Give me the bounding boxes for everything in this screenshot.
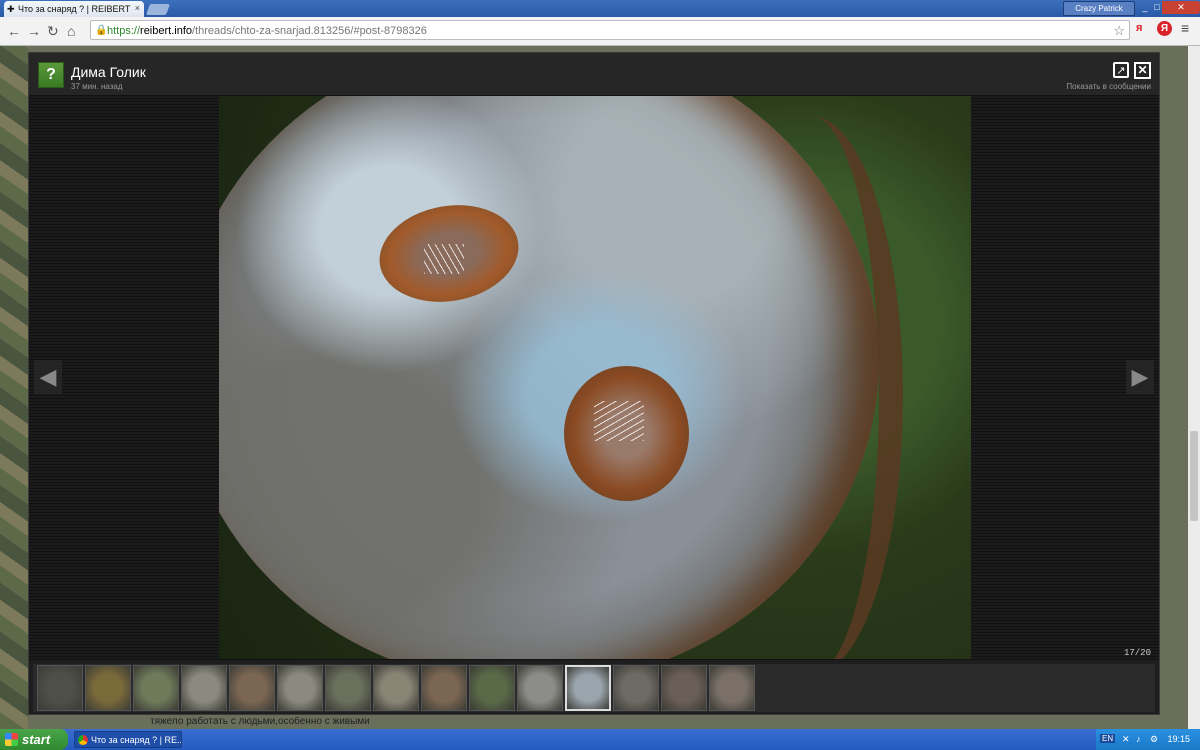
next-image-arrow-icon[interactable]: ▶ bbox=[1126, 360, 1154, 394]
tab-close-icon[interactable]: × bbox=[135, 3, 140, 13]
avatar[interactable]: ? bbox=[38, 62, 64, 88]
start-label: start bbox=[22, 732, 51, 747]
network-icon[interactable]: ✕ bbox=[1122, 734, 1130, 745]
system-tray: EN ✕ ♪ ⚙ 19:15 bbox=[1096, 729, 1200, 750]
site-favicon-icon: ✚ bbox=[7, 4, 15, 14]
thumbnail[interactable] bbox=[565, 665, 611, 711]
thumbnail[interactable] bbox=[37, 665, 83, 711]
yandex-extension-icon[interactable]: я bbox=[1136, 22, 1142, 34]
main-photo bbox=[219, 96, 971, 659]
scrollbar-thumb[interactable] bbox=[1190, 431, 1198, 521]
url-path: /threads/chto-za-snarjad.813256/#post-87… bbox=[192, 25, 427, 37]
thumbnail[interactable] bbox=[469, 665, 515, 711]
lightbox-header: ? Дима Голик 37 мин. назад ↗ ✕ Показать … bbox=[29, 53, 1159, 95]
open-external-icon[interactable]: ↗ bbox=[1113, 62, 1129, 78]
start-button[interactable]: start bbox=[0, 729, 68, 750]
clock: 19:15 bbox=[1167, 734, 1190, 744]
thumbnail[interactable] bbox=[181, 665, 227, 711]
rust-rim-shape bbox=[719, 116, 903, 659]
back-arrow-icon[interactable]: ← bbox=[7, 23, 21, 39]
image-counter: 17/20 bbox=[1123, 648, 1151, 658]
glint-shape bbox=[594, 401, 644, 441]
new-tab-button[interactable] bbox=[145, 4, 171, 15]
thumbnail[interactable] bbox=[373, 665, 419, 711]
close-icon[interactable]: ✕ bbox=[1134, 62, 1151, 79]
camo-background bbox=[0, 46, 28, 729]
prev-image-arrow-icon[interactable]: ◀ bbox=[34, 360, 62, 394]
home-icon[interactable]: ⌂ bbox=[67, 23, 75, 39]
browser-titlebar: ✚ Что за снаряд ? | REIBERT × Crazy Patr… bbox=[0, 0, 1200, 17]
thumbnail[interactable] bbox=[613, 665, 659, 711]
browser-toolbar: ← → ↻ ⌂ 🔒 https://reibert.info/threads/c… bbox=[0, 17, 1200, 46]
window-close-button[interactable]: ✕ bbox=[1162, 1, 1200, 14]
volume-icon[interactable]: ♪ bbox=[1136, 734, 1141, 744]
url-host: reibert.info bbox=[140, 25, 193, 37]
tray-icon[interactable]: ⚙ bbox=[1150, 734, 1158, 745]
lock-icon: 🔒 bbox=[95, 25, 108, 36]
windows-taskbar: start Что за снаряд ? | RE... EN ✕ ♪ ⚙ 1… bbox=[0, 729, 1200, 750]
thumbnail[interactable] bbox=[85, 665, 131, 711]
thumbnail[interactable] bbox=[229, 665, 275, 711]
yandex-browser-icon[interactable]: Я bbox=[1157, 21, 1172, 36]
windows-logo-icon bbox=[5, 733, 18, 746]
glint-shape bbox=[424, 244, 464, 274]
thumbnail[interactable] bbox=[133, 665, 179, 711]
address-bar[interactable]: 🔒 https://reibert.info/threads/chto-za-s… bbox=[90, 20, 1130, 40]
url-text: https://reibert.info/threads/chto-za-sna… bbox=[107, 21, 427, 41]
show-in-post-link[interactable]: Показать в сообщении bbox=[1066, 82, 1151, 91]
forward-arrow-icon[interactable]: → bbox=[27, 23, 41, 39]
reload-icon[interactable]: ↻ bbox=[47, 23, 59, 40]
image-stage: ◀ ▶ 17/20 bbox=[29, 95, 1159, 660]
page-scrollbar[interactable] bbox=[1188, 46, 1200, 729]
language-indicator[interactable]: EN bbox=[1100, 734, 1116, 743]
profile-button[interactable]: Crazy Patrick bbox=[1063, 1, 1135, 16]
url-scheme: https:// bbox=[107, 25, 141, 37]
taskbar-item-chrome[interactable]: Что за снаряд ? | RE... bbox=[74, 731, 182, 748]
author-name[interactable]: Дима Голик bbox=[71, 64, 146, 80]
thumbnail[interactable] bbox=[421, 665, 467, 711]
tab-title: Что за снаряд ? | REIBERT bbox=[18, 4, 131, 14]
browser-tab[interactable]: ✚ Что за снаряд ? | REIBERT × bbox=[4, 1, 144, 17]
bookmark-star-icon[interactable]: ☆ bbox=[1113, 21, 1125, 41]
thumbnail[interactable] bbox=[517, 665, 563, 711]
taskbar-item-label: Что за снаряд ? | RE... bbox=[91, 735, 182, 745]
menu-icon[interactable]: ≡ bbox=[1181, 20, 1189, 36]
thumbnail-strip bbox=[33, 664, 1155, 712]
image-lightbox: ? Дима Голик 37 мин. назад ↗ ✕ Показать … bbox=[28, 52, 1160, 715]
post-signature-text: тяжело работать с людьми,особенно с живы… bbox=[150, 716, 370, 727]
thumbnail[interactable] bbox=[661, 665, 707, 711]
thumbnail[interactable] bbox=[277, 665, 323, 711]
thumbnail[interactable] bbox=[709, 665, 755, 711]
post-time: 37 мин. назад bbox=[71, 82, 123, 91]
thumbnail[interactable] bbox=[325, 665, 371, 711]
chrome-icon bbox=[78, 735, 88, 745]
